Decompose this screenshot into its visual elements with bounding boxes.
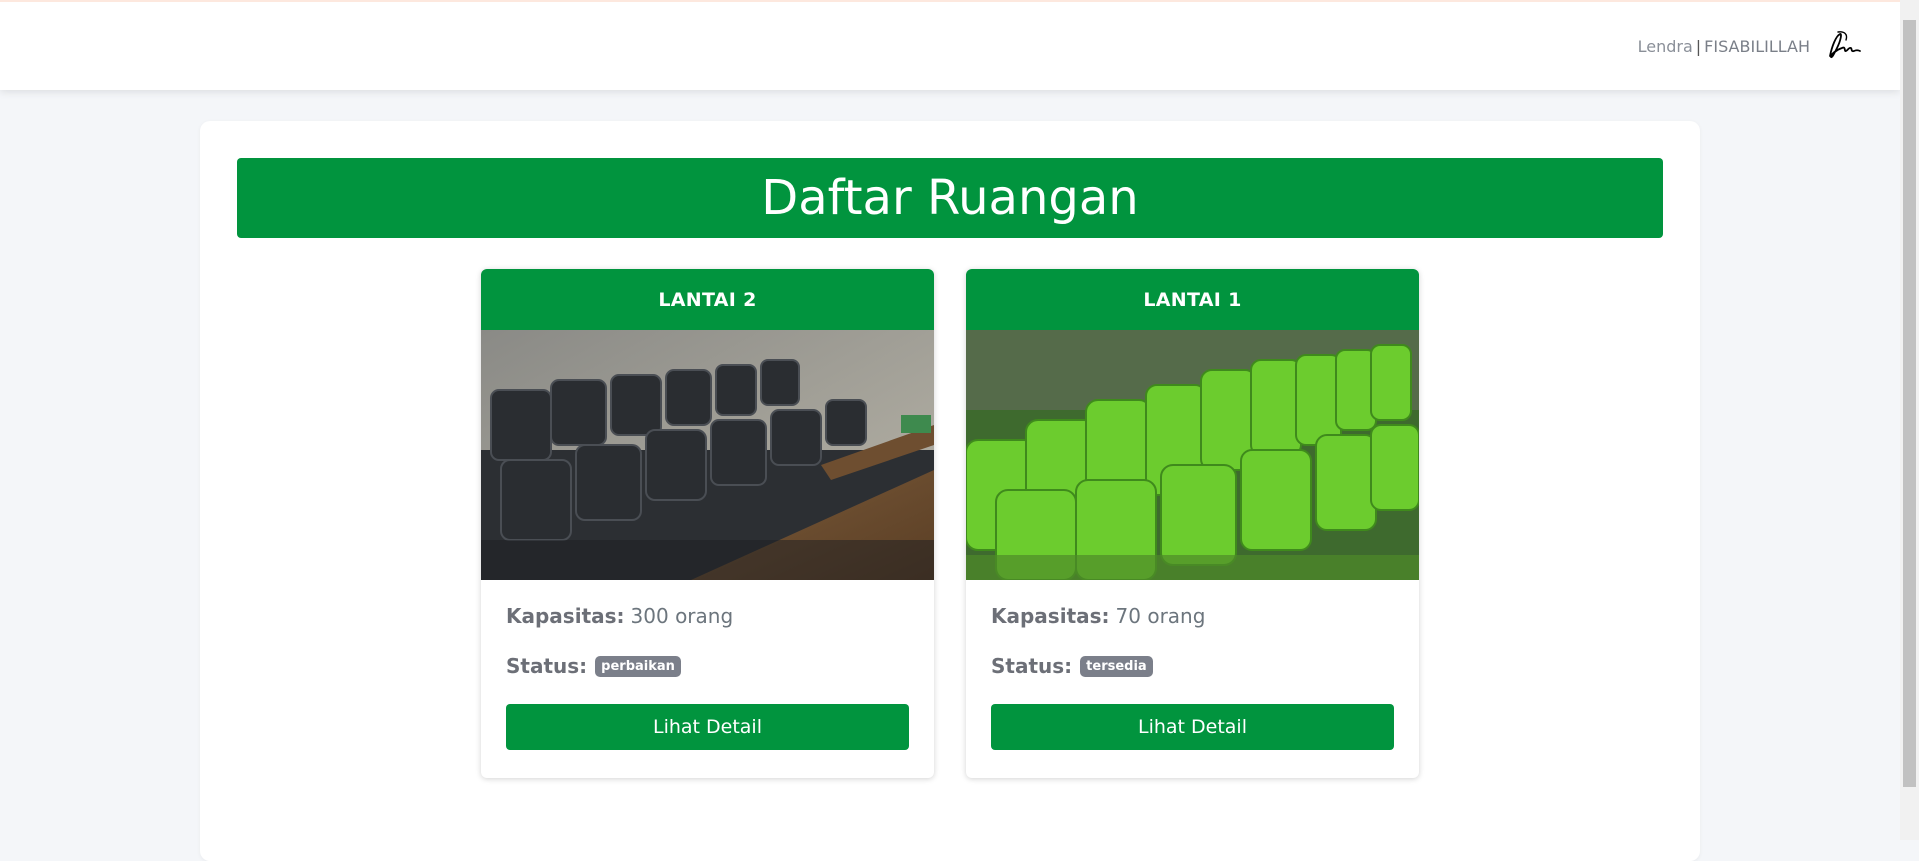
lihat-detail-button[interactable]: Lihat Detail xyxy=(506,704,909,750)
status-label: Status: xyxy=(506,654,588,678)
main-content-panel: Daftar Ruangan LANTAI 2 Kapasitas: 300 o… xyxy=(200,121,1700,861)
lihat-detail-button[interactable]: Lihat Detail xyxy=(991,704,1394,750)
status-row: Status: tersedia xyxy=(991,654,1394,678)
user-menu[interactable]: Lendra | FISABILILLAH xyxy=(1638,26,1862,66)
room-photo-image xyxy=(481,330,934,580)
signature-avatar-icon[interactable] xyxy=(1822,26,1862,66)
room-photo-image xyxy=(966,330,1419,580)
status-badge: tersedia xyxy=(1080,655,1153,677)
status-row: Status: perbaikan xyxy=(506,654,909,678)
status-badge: perbaikan xyxy=(595,655,681,677)
room-card: LANTAI 1 Kapasitas: 70 orang Status: ter… xyxy=(966,269,1419,778)
room-card-header: LANTAI 2 xyxy=(481,269,934,330)
capacity-label: Kapasitas: xyxy=(991,604,1110,628)
user-first-name: Lendra xyxy=(1637,36,1693,56)
capacity-value: 300 orang xyxy=(630,604,734,628)
page-title: Daftar Ruangan xyxy=(761,170,1139,226)
room-card: LANTAI 2 Kapasitas: 300 orang Status: pe… xyxy=(481,269,934,778)
user-name-separator: | xyxy=(1695,36,1702,56)
capacity-value: 70 orang xyxy=(1115,604,1206,628)
vertical-scrollbar[interactable] xyxy=(1900,0,1919,840)
capacity-label: Kapasitas: xyxy=(506,604,625,628)
capacity-row: Kapasitas: 300 orang xyxy=(506,604,909,628)
status-label: Status: xyxy=(991,654,1073,678)
capacity-row: Kapasitas: 70 orang xyxy=(991,604,1394,628)
room-card-header: LANTAI 1 xyxy=(966,269,1419,330)
top-navbar: Lendra | FISABILILLAH xyxy=(0,0,1900,90)
page-title-banner: Daftar Ruangan xyxy=(237,158,1663,238)
user-last-name: FISABILILLAH xyxy=(1704,36,1810,56)
scrollbar-thumb[interactable] xyxy=(1903,20,1916,787)
